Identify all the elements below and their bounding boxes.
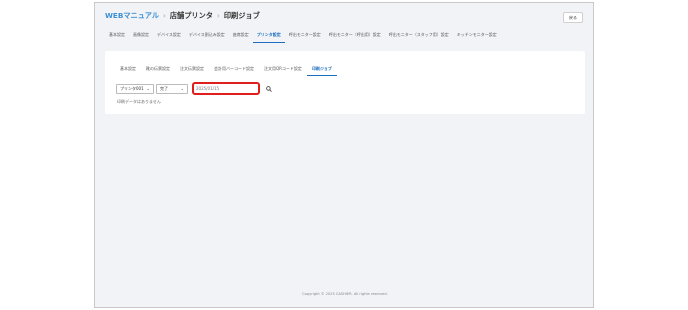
breadcrumb: WEBマニュアル › 店舗プリンタ › 印刷ジョブ — [105, 11, 260, 21]
breadcrumb-root-link[interactable]: WEBマニュアル — [105, 11, 159, 21]
empty-message: 印刷データはありません — [117, 99, 161, 104]
settings-tabs: 基本設定 画像設定 デバイス設定 デバイス割込み設定 座席設定 プリンタ設定 呼… — [105, 29, 501, 43]
subtab-basic[interactable]: 基本設定 — [115, 64, 141, 76]
date-highlight — [192, 82, 260, 95]
tab-basic-settings[interactable]: 基本設定 — [105, 29, 129, 43]
tab-seat-settings[interactable]: 座席設定 — [229, 29, 253, 43]
printer-select-value: プリンタ001 — [120, 85, 144, 91]
search-button[interactable] — [263, 84, 274, 94]
subtab-shoe-slip[interactable]: 靴の伝票設定 — [141, 64, 175, 76]
copyright-footer: Copyright © 2025 CASHIER. All rights res… — [302, 292, 388, 296]
tab-printer-settings[interactable]: プリンタ設定 — [252, 29, 285, 43]
date-input[interactable] — [196, 85, 256, 92]
subtab-order-qr[interactable]: 注文用QRコード設定 — [259, 64, 307, 76]
search-icon — [265, 85, 272, 92]
tab-call-monitor-staff-settings[interactable]: 呼出モニター（スタッフ用）設定 — [385, 29, 453, 43]
printer-select[interactable]: プリンタ001 ⌄ — [116, 83, 154, 94]
filter-bar: プリンタ001 ⌄ 完了 ⌄ — [116, 82, 274, 95]
subtab-print-job[interactable]: 印刷ジョブ — [306, 64, 337, 76]
status-select-value: 完了 — [160, 85, 168, 91]
subtab-order-slip[interactable]: 注文伝票設定 — [175, 64, 209, 76]
tab-call-monitor-settings[interactable]: 呼出モニター設定 — [285, 29, 325, 43]
tab-device-settings[interactable]: デバイス設定 — [153, 29, 185, 43]
tab-device-interrupt-settings[interactable]: デバイス割込み設定 — [185, 29, 229, 43]
print-job-panel: 基本設定 靴の伝票設定 注文伝票設定 会計用バーコード設定 注文用QRコード設定… — [105, 51, 585, 114]
app-window: WEBマニュアル › 店舗プリンタ › 印刷ジョブ 戻る 基本設定 画像設定 デ… — [94, 2, 594, 308]
chevron-down-icon: ⌄ — [146, 86, 150, 91]
subtab-payment-barcode[interactable]: 会計用バーコード設定 — [209, 64, 259, 76]
chevron-down-icon: ⌄ — [180, 86, 184, 91]
tab-call-monitor-caller-settings[interactable]: 呼出モニター（呼出用）設定 — [325, 29, 385, 43]
back-button[interactable]: 戻る — [563, 12, 583, 23]
printer-sub-tabs: 基本設定 靴の伝票設定 注文伝票設定 会計用バーコード設定 注文用QRコード設定… — [115, 64, 337, 76]
page-title: 印刷ジョブ — [223, 11, 260, 20]
breadcrumb-separator: › — [217, 12, 220, 20]
tab-kitchen-monitor-settings[interactable]: キッチンモニター設定 — [453, 29, 501, 43]
status-select[interactable]: 完了 ⌄ — [156, 83, 188, 94]
breadcrumb-section: 店舗プリンタ — [169, 11, 213, 20]
tab-image-settings[interactable]: 画像設定 — [129, 29, 153, 43]
breadcrumb-separator: › — [163, 12, 166, 20]
